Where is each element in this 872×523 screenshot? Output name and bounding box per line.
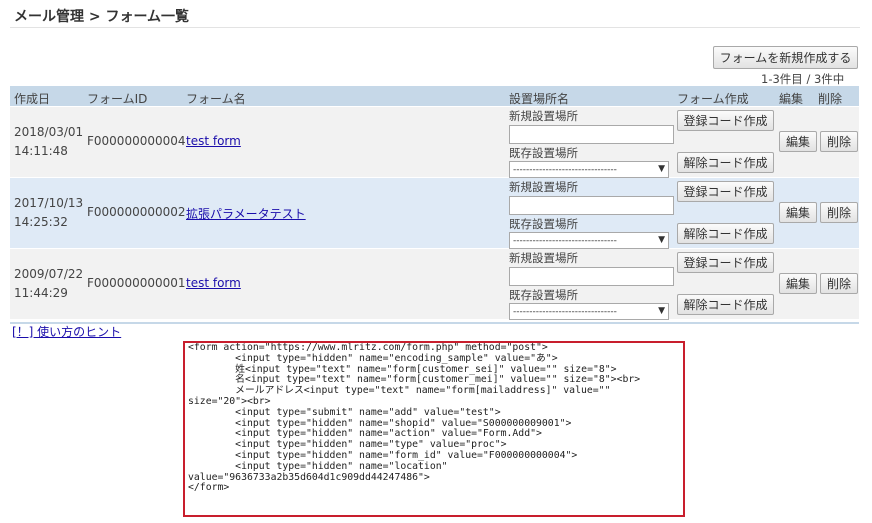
title-divider (10, 27, 860, 28)
table-row: 2017/10/13 14:25:32 F000000000002 拡張パラメー… (10, 178, 859, 249)
new-location-label: 新規設置場所 (509, 251, 578, 265)
header-delete: 削除 (818, 92, 843, 106)
form-name-link[interactable]: test form (186, 134, 241, 148)
unregister-code-button[interactable]: 解除コード作成 (677, 152, 774, 173)
form-name-link[interactable]: test form (186, 276, 241, 290)
table-bottom-divider (10, 322, 859, 324)
table-row: 2009/07/22 11:44:29 F000000000001 test f… (10, 249, 859, 320)
existing-location-select[interactable]: -------------------------------- ▼ (509, 161, 669, 178)
create-form-button[interactable]: フォームを新規作成する (713, 46, 858, 69)
new-location-label: 新規設置場所 (509, 109, 578, 123)
created-date: 2018/03/01 14:11:48 (14, 123, 83, 161)
existing-location-value: -------------------------------- (513, 235, 617, 246)
form-id: F000000000002 (87, 205, 186, 219)
created-date-day: 2009/07/22 (14, 267, 84, 281)
chevron-down-icon: ▼ (658, 164, 665, 174)
code-snippet-box: <form action="https://www.mlritz.com/for… (183, 341, 685, 517)
created-date-time: 14:25:32 (14, 215, 68, 229)
code-snippet: <form action="https://www.mlritz.com/for… (188, 342, 641, 494)
created-date-time: 14:11:48 (14, 144, 68, 158)
header-form-id: フォームID (87, 92, 148, 106)
created-date-day: 2017/10/13 (14, 196, 84, 210)
existing-location-value: -------------------------------- (513, 306, 617, 317)
form-name-link[interactable]: 拡張パラメータテスト (186, 205, 306, 222)
unregister-code-button[interactable]: 解除コード作成 (677, 223, 774, 244)
usage-hint-link[interactable]: [！] 使い方のヒント (12, 323, 121, 340)
page-title: メール管理 > フォーム一覧 (14, 9, 190, 25)
existing-location-select[interactable]: -------------------------------- ▼ (509, 303, 669, 320)
register-code-button[interactable]: 登録コード作成 (677, 252, 774, 273)
header-form-create: フォーム作成 (677, 92, 749, 106)
unregister-code-button[interactable]: 解除コード作成 (677, 294, 774, 315)
existing-location-value: -------------------------------- (513, 164, 617, 175)
header-location: 設置場所名 (509, 92, 570, 106)
result-count: 1-3件目 / 3件中 (761, 72, 845, 86)
new-location-label: 新規設置場所 (509, 180, 578, 194)
new-location-input[interactable] (509, 125, 674, 144)
existing-location-label: 既存設置場所 (509, 288, 578, 302)
edit-button[interactable]: 編集 (779, 131, 817, 152)
existing-location-label: 既存設置場所 (509, 146, 578, 160)
created-date: 2017/10/13 14:25:32 (14, 194, 83, 232)
existing-location-select[interactable]: -------------------------------- ▼ (509, 232, 669, 249)
created-date-day: 2018/03/01 (14, 125, 84, 139)
delete-button[interactable]: 削除 (820, 131, 858, 152)
delete-button[interactable]: 削除 (820, 202, 858, 223)
chevron-down-icon: ▼ (658, 235, 665, 245)
delete-button[interactable]: 削除 (820, 273, 858, 294)
created-date-time: 11:44:29 (14, 286, 68, 300)
new-location-input[interactable] (509, 196, 674, 215)
edit-button[interactable]: 編集 (779, 202, 817, 223)
header-form-name: フォーム名 (186, 92, 246, 106)
form-id: F000000000001 (87, 276, 186, 290)
header-edit: 編集 (779, 92, 804, 106)
register-code-button[interactable]: 登録コード作成 (677, 110, 774, 131)
edit-button[interactable]: 編集 (779, 273, 817, 294)
register-code-button[interactable]: 登録コード作成 (677, 181, 774, 202)
existing-location-label: 既存設置場所 (509, 217, 578, 231)
header-created: 作成日 (14, 92, 51, 106)
created-date: 2009/07/22 11:44:29 (14, 265, 83, 303)
form-id: F000000000004 (87, 134, 186, 148)
table-row: 2018/03/01 14:11:48 F000000000004 test f… (10, 107, 859, 178)
new-location-input[interactable] (509, 267, 674, 286)
chevron-down-icon: ▼ (658, 306, 665, 316)
